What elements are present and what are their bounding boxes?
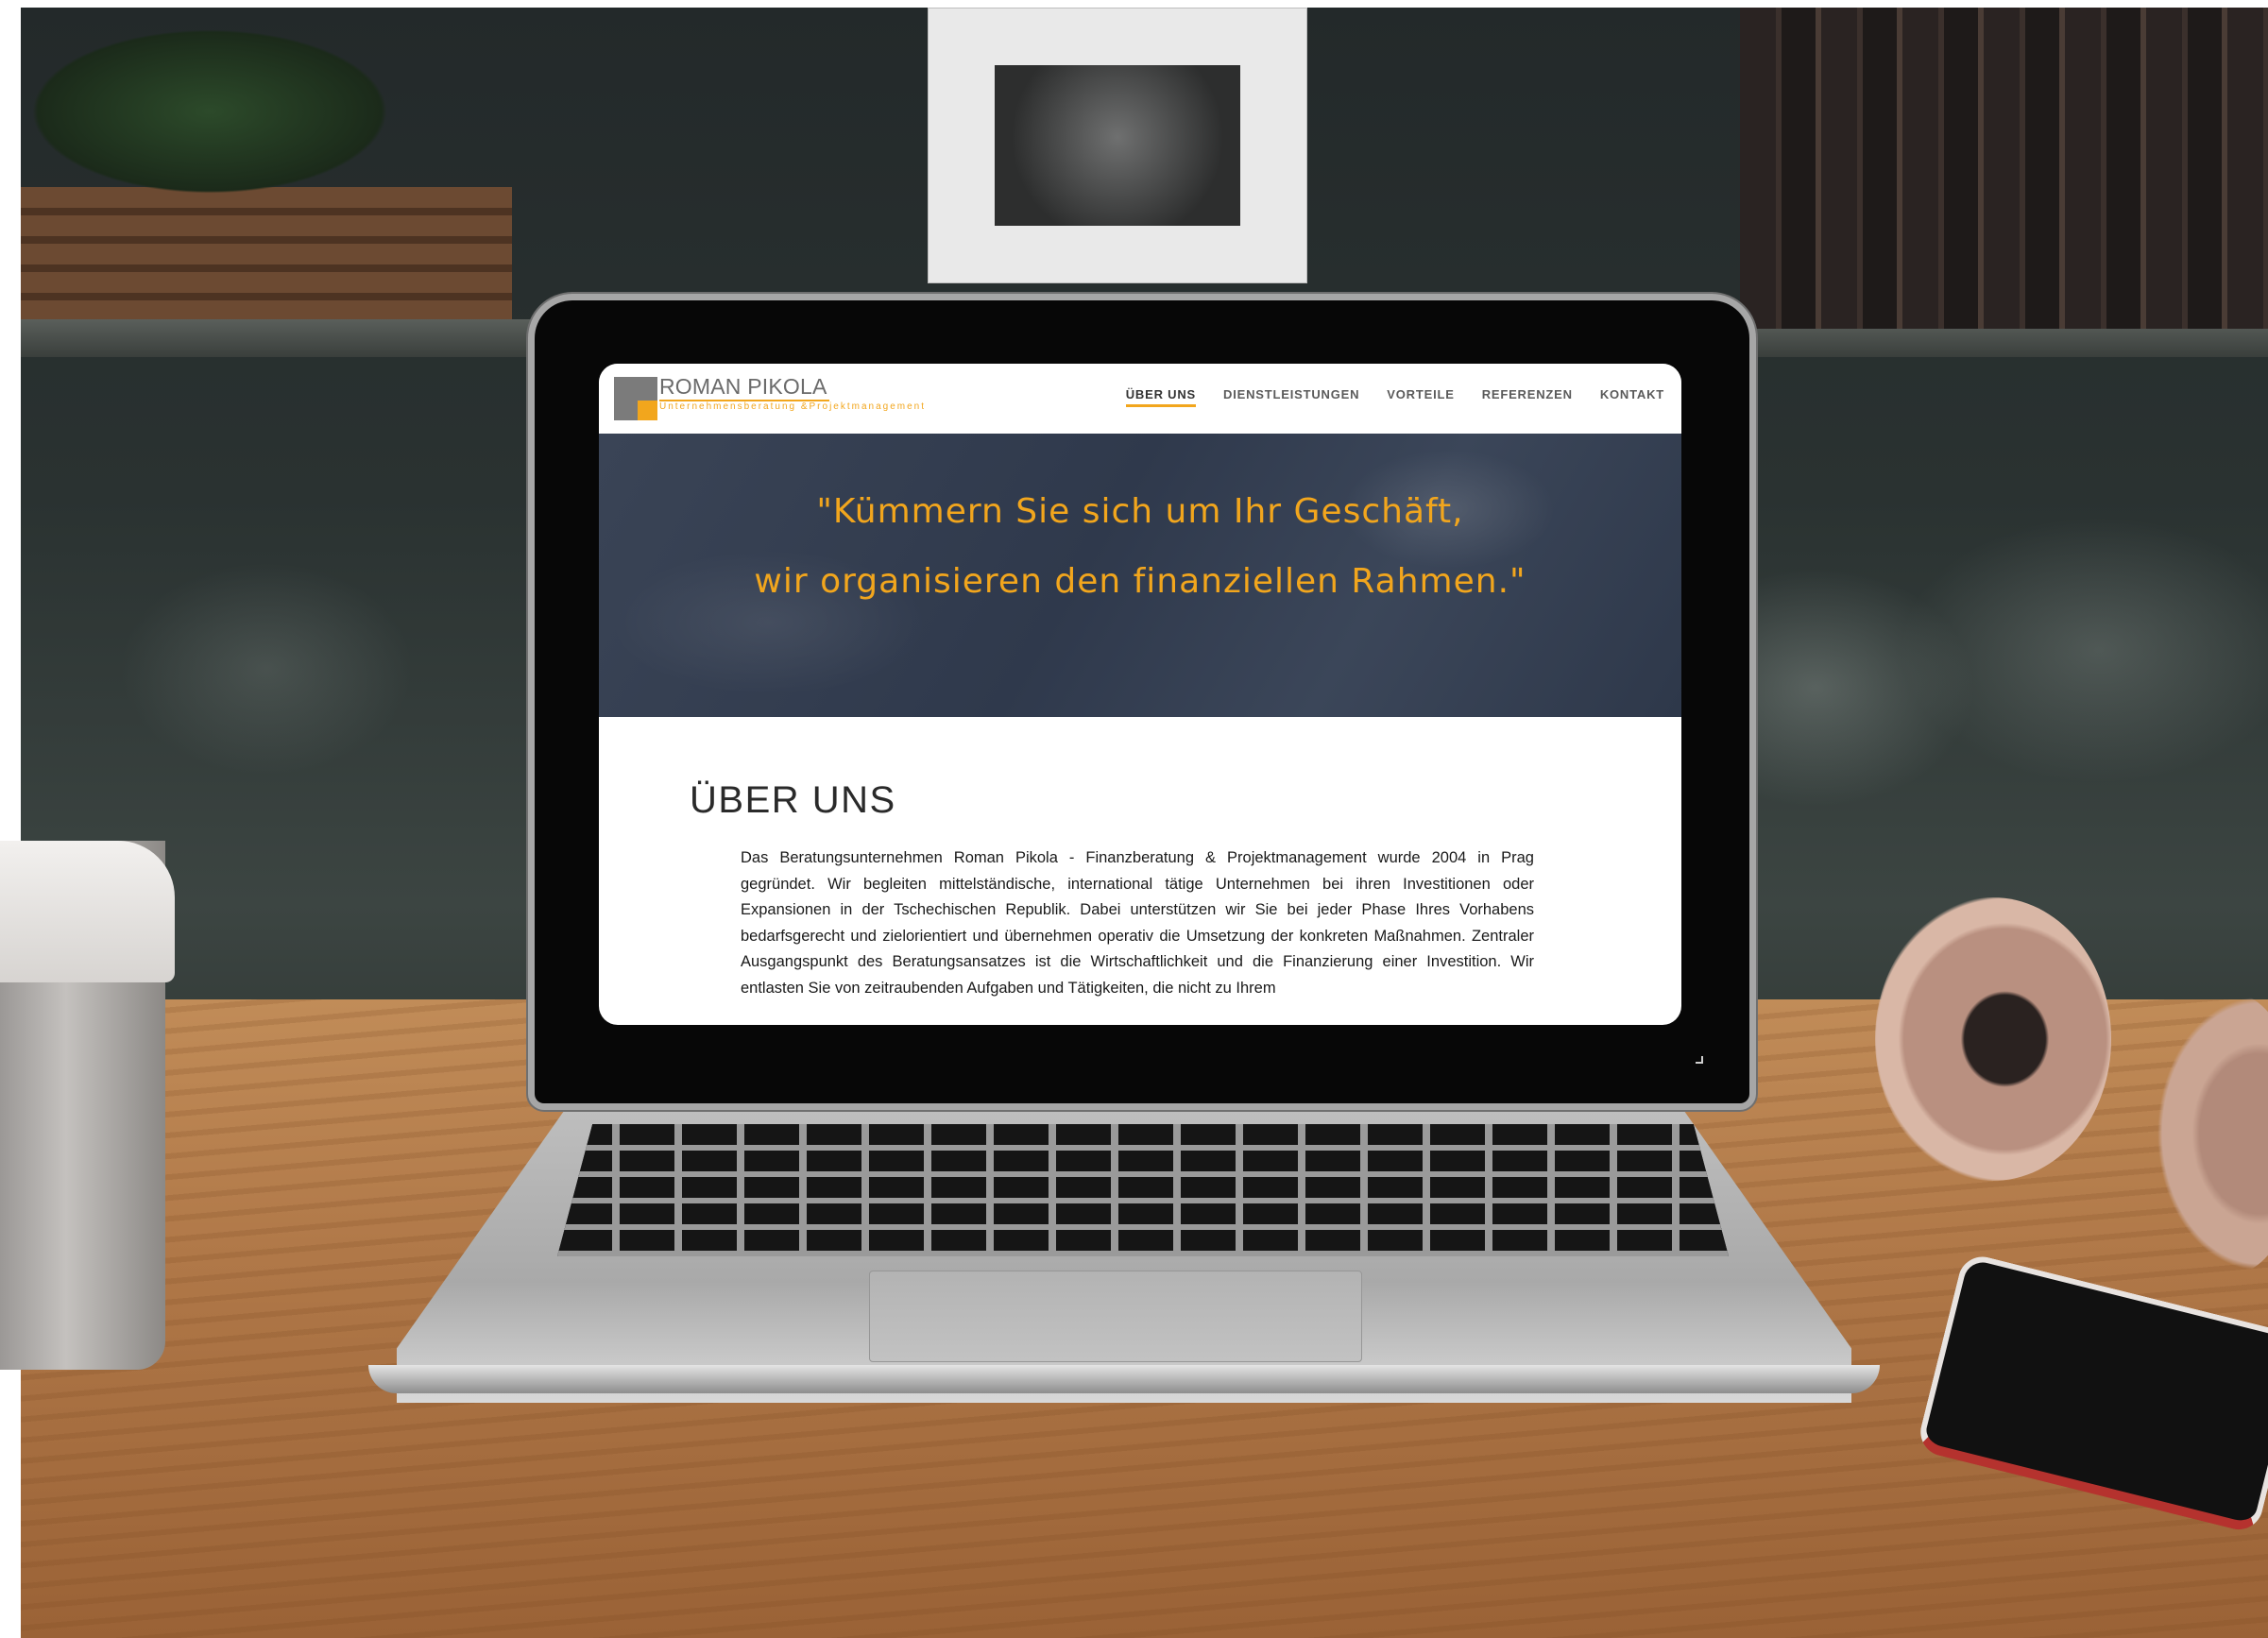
laptop-trackpad	[869, 1271, 1362, 1362]
hero-quote-line-1: "Kümmern Sie sich um Ihr Geschäft,	[816, 492, 1464, 531]
logo-subtitle: Unternehmensberatung &Projektmanagement	[659, 401, 927, 412]
nav-kontakt[interactable]: KONTAKT	[1600, 387, 1664, 407]
bookshelf	[1740, 8, 2268, 329]
plant	[21, 8, 512, 196]
section-title: ÜBER UNS	[690, 779, 896, 821]
picture-frame-image	[995, 65, 1240, 226]
nav-vorteile[interactable]: VORTEILE	[1387, 387, 1454, 407]
keyboard-rows	[557, 1124, 1729, 1256]
site-header: ROMAN PIKOLA Unternehmensberatung &Proje…	[599, 364, 1681, 434]
picture-frame	[928, 8, 1307, 283]
screen-corner-mark	[1696, 1056, 1703, 1064]
coffee-cup-lid	[0, 841, 175, 982]
laptop-screen-website: ROMAN PIKOLA Unternehmensberatung &Proje…	[599, 364, 1681, 1025]
nav-referenzen[interactable]: REFERENZEN	[1482, 387, 1573, 407]
logo-name[interactable]: ROMAN PIKOLA	[659, 374, 827, 400]
main-navigation: ÜBER UNS DIENSTLEISTUNGEN VORTEILE REFER…	[1125, 387, 1664, 407]
logo-square-orange	[638, 401, 657, 420]
laptop-front-edge	[368, 1365, 1880, 1393]
planter-box	[21, 187, 512, 319]
nav-uber-uns[interactable]: ÜBER UNS	[1125, 387, 1197, 407]
hero-quote-line-2: wir organisieren den finanziellen Rahmen…	[754, 562, 1526, 601]
hero-banner: "Kümmern Sie sich um Ihr Geschäft, wir o…	[599, 434, 1681, 717]
logo-mark-icon[interactable]	[614, 377, 657, 420]
nav-dienstleistungen[interactable]: DIENSTLEISTUNGEN	[1223, 387, 1359, 407]
section-body: Das Beratungsunternehmen Roman Pikola - …	[741, 849, 1534, 997]
headphones	[1875, 897, 2111, 1181]
